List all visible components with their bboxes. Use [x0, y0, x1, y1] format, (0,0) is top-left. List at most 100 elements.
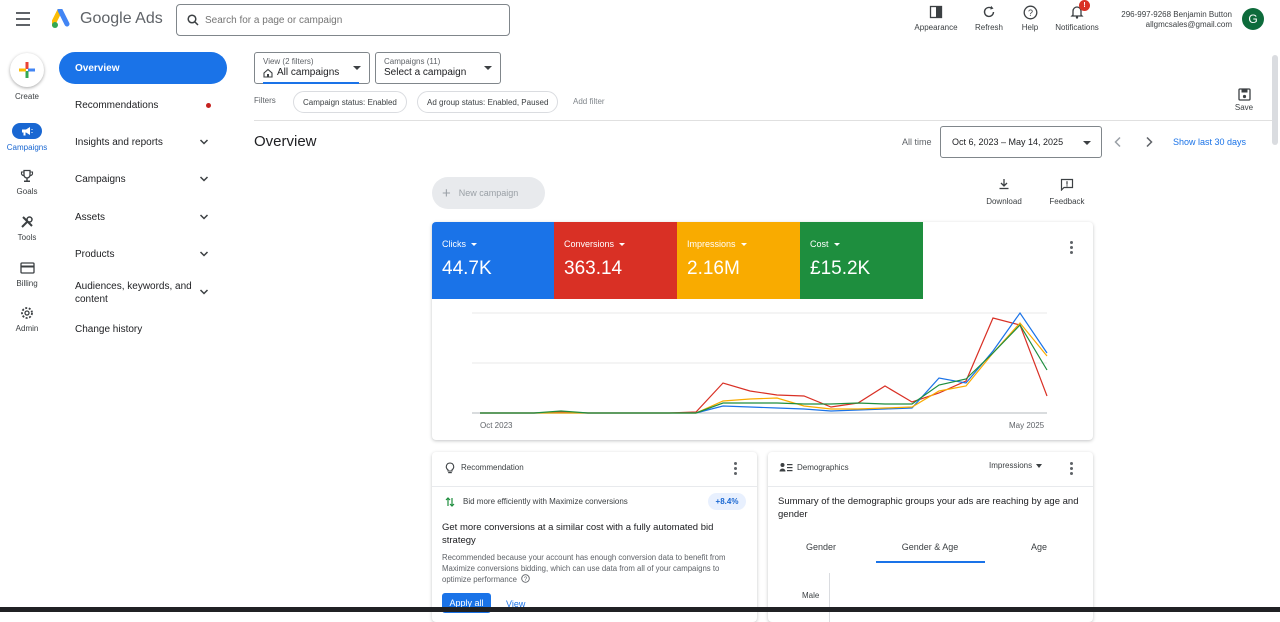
account-info[interactable]: 296-997-9268 Benjamin Button allgmcsales… — [1121, 10, 1232, 30]
rail-billing[interactable]: Billing — [0, 260, 54, 288]
nav-products[interactable]: Products — [75, 249, 225, 260]
campaign-selector[interactable]: Campaigns (11) Select a campaign — [375, 52, 501, 84]
x-axis-end-label: May 2025 — [1009, 421, 1045, 430]
feedback-label: Feedback — [1049, 197, 1085, 206]
add-filter-button[interactable]: Add filter — [573, 97, 605, 106]
caret-down-icon — [1083, 141, 1091, 145]
chevron-right-icon[interactable] — [1144, 136, 1154, 148]
search-input[interactable] — [205, 14, 485, 26]
rail-goals[interactable]: Goals — [0, 168, 54, 196]
demographics-metric-label: Impressions — [989, 461, 1033, 470]
demographics-metric-dropdown[interactable]: Impressions — [989, 461, 1043, 470]
feedback-button[interactable]: Feedback — [1042, 178, 1092, 206]
lightbulb-icon — [445, 462, 455, 474]
tools-icon — [21, 216, 33, 228]
gear-icon — [21, 307, 33, 319]
appearance-label: Appearance — [914, 23, 958, 32]
recommendation-body-text: Recommended because your account has eno… — [442, 553, 726, 584]
rail-campaigns[interactable]: Campaigns — [0, 123, 54, 152]
app-name: Google Ads — [80, 10, 163, 27]
metric-cost-value: £15.2K — [810, 258, 871, 279]
performance-card: Clicks 44.7K Conversions 363.14 Impressi… — [432, 222, 1093, 440]
page-scrollbar[interactable] — [1272, 55, 1278, 145]
download-button[interactable]: Download — [979, 178, 1029, 206]
more-options-icon[interactable] — [1070, 241, 1074, 256]
tab-gender-and-age[interactable]: Gender & Age — [876, 542, 984, 552]
divider — [768, 486, 1093, 487]
view-selector-caption: View (2 filters) — [263, 57, 314, 66]
nav-insights-and-reports[interactable]: Insights and reports — [75, 137, 225, 148]
nav-audiences[interactable]: Audiences, keywords, and content — [75, 280, 225, 306]
nav-campaigns[interactable]: Campaigns — [75, 174, 225, 185]
caret-down-icon — [471, 242, 477, 246]
all-time-label: All time — [902, 137, 932, 147]
chevron-left-icon[interactable] — [1113, 136, 1123, 148]
search-bar[interactable] — [176, 4, 510, 36]
filter-chip-ad-group-status[interactable]: Ad group status: Enabled, Paused — [417, 91, 559, 113]
feedback-icon — [1060, 178, 1074, 192]
nav-campaigns-label: Campaigns — [75, 174, 126, 185]
more-options-icon[interactable] — [1070, 462, 1074, 477]
appearance-button[interactable]: Appearance — [906, 3, 966, 32]
chevron-down-icon — [199, 251, 209, 257]
avatar[interactable]: G — [1242, 8, 1264, 30]
nav-overview[interactable]: Overview — [59, 52, 227, 84]
series-line-2 — [480, 322, 1048, 414]
metric-cost[interactable]: Cost £15.2K — [800, 222, 923, 299]
nav-change-history[interactable]: Change history — [75, 324, 225, 335]
account-id-name: 296-997-9268 Benjamin Button — [1121, 10, 1232, 19]
new-campaign-button[interactable]: + New campaign — [432, 177, 545, 209]
metric-impressions-label: Impressions — [687, 239, 736, 249]
active-tab-indicator — [876, 561, 985, 563]
rail-tools[interactable]: Tools — [0, 214, 54, 242]
metric-clicks-label: Clicks — [442, 239, 466, 249]
menu-icon[interactable] — [16, 12, 36, 28]
filter-chip-campaign-status[interactable]: Campaign status: Enabled — [293, 91, 407, 113]
nav-products-label: Products — [75, 249, 115, 260]
view-selector[interactable]: View (2 filters) All campaigns — [254, 52, 370, 84]
rail-admin-label: Admin — [15, 324, 39, 333]
demographics-icon — [779, 463, 793, 472]
metric-cost-label: Cost — [810, 239, 829, 249]
tab-gender[interactable]: Gender — [784, 542, 858, 552]
help-icon: ? — [1023, 5, 1037, 19]
create-button[interactable] — [10, 53, 44, 87]
date-range-picker[interactable]: Oct 6, 2023 – May 14, 2025 — [940, 126, 1102, 158]
page-title: Overview — [254, 133, 317, 150]
metric-clicks[interactable]: Clicks 44.7K — [432, 222, 554, 299]
nav-recommendations[interactable]: Recommendations — [75, 100, 225, 111]
metric-conversions-label: Conversions — [564, 239, 615, 249]
tab-age[interactable]: Age — [1008, 542, 1070, 552]
metric-impressions[interactable]: Impressions 2.16M — [677, 222, 800, 299]
search-icon — [187, 14, 199, 26]
caret-down-icon — [619, 242, 626, 246]
performance-chart: Oct 2023 May 2025 — [472, 311, 1048, 430]
rail-admin[interactable]: Admin — [0, 305, 54, 333]
help-icon[interactable]: ? — [521, 574, 530, 583]
account-email: allgmcsales@gmail.com — [1145, 20, 1232, 29]
new-campaign-label: New campaign — [458, 188, 519, 198]
nav-assets[interactable]: Assets — [75, 212, 225, 223]
taskbar-strip — [0, 607, 1280, 612]
campaign-selector-caption: Campaigns (11) — [384, 57, 441, 66]
score-delta-badge: +8.4% — [708, 493, 746, 510]
megaphone-icon — [22, 127, 33, 136]
metric-conversions[interactable]: Conversions 363.14 — [554, 222, 677, 299]
save-button[interactable]: Save — [1228, 88, 1260, 112]
notifications-button[interactable]: ! Notifications — [1047, 0, 1107, 32]
metric-clicks-value: 44.7K — [442, 258, 492, 279]
top-bar: Google Ads Appearance Refresh ? Help ! N… — [0, 0, 1280, 40]
recommendation-headline: Get more conversions at a similar cost w… — [442, 522, 714, 546]
notification-badge: ! — [1079, 0, 1090, 11]
demographics-summary: Summary of the demographic groups your a… — [778, 496, 1079, 520]
show-last-30-days-link[interactable]: Show last 30 days — [1173, 137, 1246, 147]
demographics-row-label: Male — [802, 591, 820, 600]
chevron-down-icon — [199, 176, 209, 182]
trophy-icon — [20, 169, 34, 182]
nav-assets-label: Assets — [75, 212, 106, 223]
recommendation-item[interactable]: Bid more efficiently with Maximize conve… — [463, 497, 628, 506]
series-line-3 — [480, 324, 1048, 414]
view-selector-underline — [263, 82, 359, 84]
view-selector-value: All campaigns — [277, 67, 340, 78]
more-options-icon[interactable] — [734, 462, 738, 477]
